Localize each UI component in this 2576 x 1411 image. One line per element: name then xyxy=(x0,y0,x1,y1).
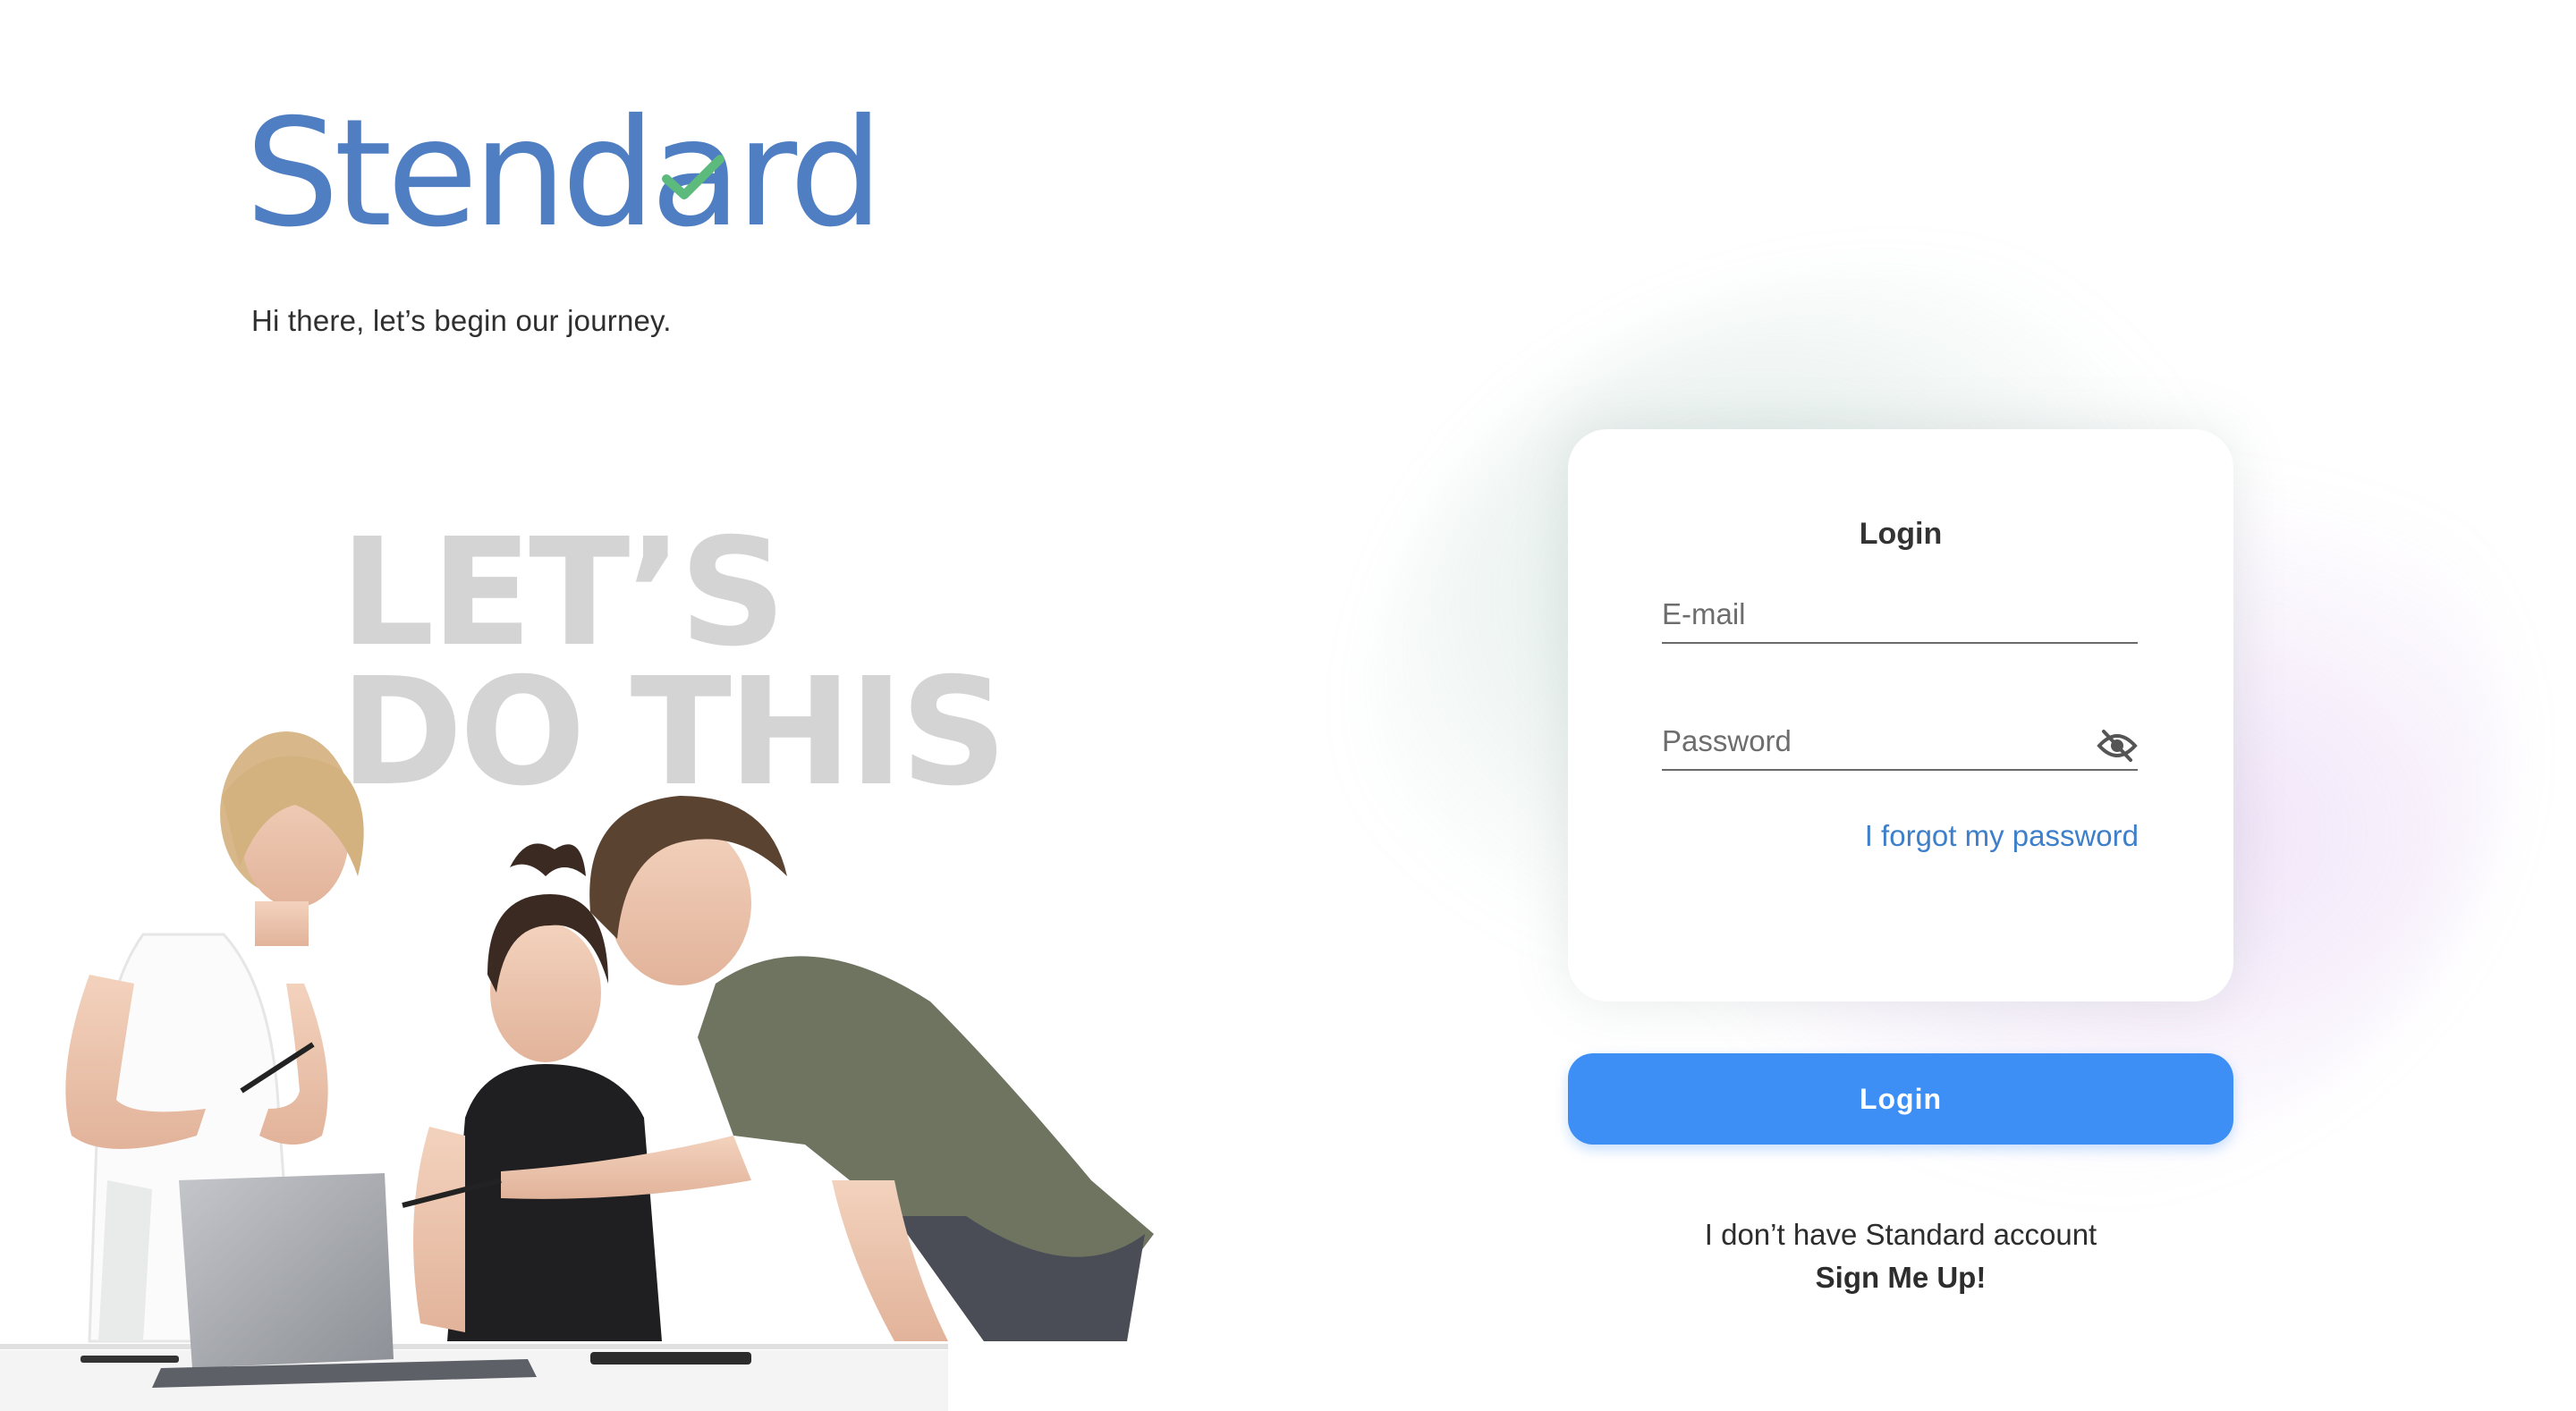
team-photo xyxy=(0,731,1154,1411)
email-input[interactable] xyxy=(1662,590,2138,642)
tagline: Hi there, let’s begin our journey. xyxy=(251,304,672,337)
logo-letter-a: a xyxy=(650,100,741,249)
signup-link[interactable]: Sign Me Up! xyxy=(1568,1261,2233,1295)
password-field-wrapper xyxy=(1662,717,2138,771)
login-page: Stenda rd Hi there, let’s begin our journ… xyxy=(0,0,2576,1411)
login-button[interactable]: Login xyxy=(1568,1053,2233,1145)
logo-text-end: rd xyxy=(735,88,884,260)
email-field-wrapper xyxy=(1662,590,2138,644)
logo-text-start: Stend xyxy=(245,88,656,260)
forgot-password-link[interactable]: I forgot my password xyxy=(1865,819,2139,853)
hero-line-1: LET’S xyxy=(340,507,786,680)
checkmark-icon xyxy=(662,155,725,199)
login-card: Login I forgot my password xyxy=(1568,429,2233,1001)
login-title: Login xyxy=(1859,517,1943,551)
password-input[interactable] xyxy=(1662,717,2138,769)
stendard-logo: Stenda rd xyxy=(245,88,884,260)
eye-off-icon[interactable] xyxy=(2097,728,2138,764)
no-account-text: I don’t have Standard account xyxy=(1704,1218,2097,1251)
